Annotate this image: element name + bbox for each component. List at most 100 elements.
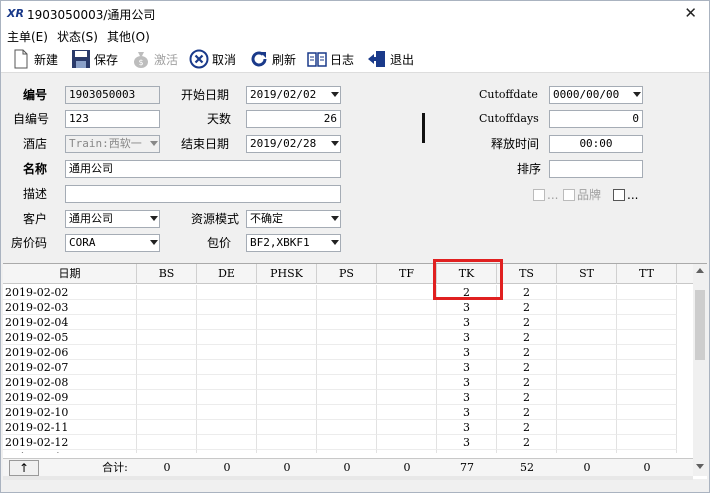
cell-phsk[interactable] — [257, 405, 317, 420]
cell-tk[interactable]: 3 — [437, 375, 497, 390]
cell-de[interactable] — [197, 360, 257, 375]
table-row[interactable]: 2019-02-08 3 2 — [3, 375, 693, 390]
cell-st[interactable] — [557, 300, 617, 315]
cell-de[interactable] — [197, 420, 257, 435]
cell-phsk[interactable] — [257, 345, 317, 360]
table-row[interactable]: 2019-02-06 3 2 — [3, 345, 693, 360]
cell-ps[interactable] — [317, 330, 377, 345]
ratecode-select[interactable]: CORA — [65, 234, 160, 252]
column-header-ts[interactable]: TS — [497, 264, 557, 284]
cell-tf[interactable] — [377, 300, 437, 315]
cell-st[interactable] — [557, 375, 617, 390]
cancel-button[interactable]: 取消 — [189, 48, 236, 70]
table-row[interactable]: 2019-02-13 32 — [3, 450, 693, 453]
cell-date[interactable]: 2019-02-02 — [3, 285, 137, 300]
cell-st[interactable] — [557, 345, 617, 360]
cell-bs[interactable] — [137, 405, 197, 420]
cell-ps[interactable] — [317, 300, 377, 315]
cell-tk[interactable]: 3 — [437, 300, 497, 315]
cell-de[interactable] — [197, 375, 257, 390]
cell-ts[interactable]: 2 — [497, 390, 557, 405]
cell-tf[interactable] — [377, 405, 437, 420]
cell-ps[interactable] — [317, 405, 377, 420]
cell-de[interactable] — [197, 345, 257, 360]
cell-st[interactable] — [557, 315, 617, 330]
checkbox-1[interactable] — [533, 189, 545, 201]
cell-phsk[interactable] — [257, 390, 317, 405]
cell-ps[interactable] — [317, 390, 377, 405]
cell-phsk[interactable] — [257, 285, 317, 300]
cell-bs[interactable] — [137, 450, 197, 453]
name-field[interactable]: 通用公司 — [65, 160, 341, 178]
cell-bs[interactable] — [137, 435, 197, 450]
release-time-field[interactable]: 00:00 — [549, 135, 643, 153]
log-button[interactable]: 日志 — [307, 48, 354, 70]
cell-tk[interactable]: 3 — [437, 360, 497, 375]
cell-tf[interactable] — [377, 285, 437, 300]
cell-tk[interactable]: 3 — [437, 435, 497, 450]
cell-tf[interactable] — [377, 315, 437, 330]
table-row[interactable]: 2019-02-09 3 2 — [3, 390, 693, 405]
table-row[interactable]: 2019-02-05 3 2 — [3, 330, 693, 345]
cell-bs[interactable] — [137, 375, 197, 390]
cell-ps[interactable] — [317, 420, 377, 435]
cell-date[interactable]: 2019-02-07 — [3, 360, 137, 375]
cell-ts[interactable]: 2 — [497, 375, 557, 390]
cell-de[interactable] — [197, 390, 257, 405]
cell-phsk[interactable] — [257, 450, 317, 453]
cell-tf[interactable] — [377, 345, 437, 360]
cell-st[interactable] — [557, 390, 617, 405]
days-field[interactable]: 26 — [246, 110, 341, 128]
cell-st[interactable] — [557, 405, 617, 420]
cell-de[interactable] — [197, 285, 257, 300]
cell-ts[interactable]: 2 — [497, 420, 557, 435]
column-header-ps[interactable]: PS — [317, 264, 377, 284]
cell-tt[interactable] — [617, 315, 677, 330]
cell-tf[interactable] — [377, 390, 437, 405]
cell-bs[interactable] — [137, 420, 197, 435]
column-header-tt[interactable]: TT — [617, 264, 677, 284]
cell-ps[interactable] — [317, 315, 377, 330]
cell-tt[interactable] — [617, 450, 677, 453]
column-header-st[interactable]: ST — [557, 264, 617, 284]
close-icon[interactable]: ✕ — [684, 4, 697, 22]
cell-de[interactable] — [197, 405, 257, 420]
package-select[interactable]: BF2,XBKF1 — [246, 234, 341, 252]
new-button[interactable]: 新建 — [11, 48, 58, 70]
cell-ts[interactable]: 2 — [497, 405, 557, 420]
cell-tk[interactable]: 3 — [437, 390, 497, 405]
sort-field[interactable] — [549, 160, 643, 178]
cell-phsk[interactable] — [257, 435, 317, 450]
cell-phsk[interactable] — [257, 360, 317, 375]
cell-phsk[interactable] — [257, 315, 317, 330]
cell-tt[interactable] — [617, 360, 677, 375]
cell-phsk[interactable] — [257, 300, 317, 315]
cell-st[interactable] — [557, 330, 617, 345]
cell-tt[interactable] — [617, 300, 677, 315]
cell-ps[interactable] — [317, 285, 377, 300]
cell-bs[interactable] — [137, 390, 197, 405]
resource-mode-select[interactable]: 不确定 — [246, 210, 341, 228]
cell-tt[interactable] — [617, 375, 677, 390]
column-header-date[interactable]: 日期 — [3, 264, 137, 284]
vertical-scrollbar[interactable] — [693, 264, 707, 476]
column-header-bs[interactable]: BS — [137, 264, 197, 284]
cell-de[interactable] — [197, 450, 257, 453]
cell-bs[interactable] — [137, 300, 197, 315]
scrollbar-thumb[interactable] — [695, 290, 705, 360]
cell-bs[interactable] — [137, 330, 197, 345]
table-row[interactable]: 2019-02-10 3 2 — [3, 405, 693, 420]
cell-tf[interactable] — [377, 450, 437, 453]
cell-tt[interactable] — [617, 330, 677, 345]
cell-tf[interactable] — [377, 420, 437, 435]
cell-bs[interactable] — [137, 285, 197, 300]
cell-tk[interactable]: 3 — [437, 315, 497, 330]
scroll-up-arrow-icon[interactable] — [696, 268, 704, 273]
refresh-button[interactable]: 刷新 — [249, 48, 296, 70]
cell-ts[interactable]: 2 — [497, 300, 557, 315]
cell-tf[interactable] — [377, 375, 437, 390]
cell-ts[interactable]: 2 — [497, 435, 557, 450]
cell-tt[interactable] — [617, 435, 677, 450]
cell-tt[interactable] — [617, 390, 677, 405]
cell-tf[interactable] — [377, 330, 437, 345]
